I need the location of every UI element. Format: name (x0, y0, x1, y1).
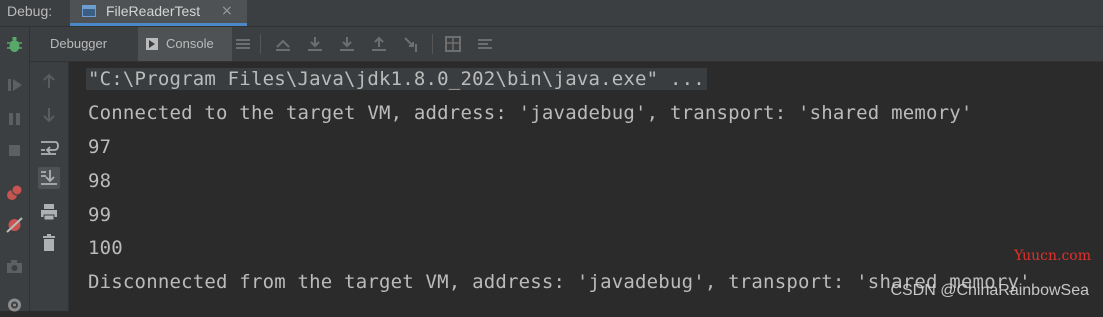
step-over-icon[interactable] (306, 35, 324, 53)
clear-all-trash-icon[interactable] (38, 232, 60, 254)
step-into-icon[interactable] (338, 35, 356, 53)
author-watermark: CSDN @ChinaRainbowSea (890, 282, 1089, 299)
console-icon (146, 38, 158, 50)
toolbar-separator (260, 34, 261, 54)
down-arrow-icon[interactable] (38, 104, 60, 126)
debug-actions-strip (0, 27, 30, 312)
trace-current-stream-icon[interactable] (476, 35, 494, 53)
print-icon[interactable] (38, 201, 60, 223)
debug-subtab-bar: Debugger Console (30, 27, 1103, 62)
site-watermark: Yuucn.com (1014, 248, 1091, 264)
run-window-icon (82, 5, 96, 17)
debug-bug-icon[interactable] (0, 33, 29, 57)
tab-console-label: Console (166, 36, 214, 51)
console-line: 99 (88, 204, 112, 226)
console-line: Disconnected from the target VM, address… (88, 271, 1031, 293)
camera-icon[interactable] (0, 255, 29, 279)
run-to-cursor-icon[interactable] (402, 35, 420, 53)
run-tab-label: FileReaderTest (106, 3, 201, 19)
evaluate-expression-icon[interactable] (444, 35, 462, 53)
debug-title: Debug: (7, 3, 53, 19)
up-arrow-icon[interactable] (38, 70, 60, 92)
show-execution-point-icon[interactable] (274, 35, 292, 53)
settings-gear-icon[interactable] (0, 293, 29, 317)
console-line: 98 (88, 170, 112, 192)
step-out-icon[interactable] (370, 35, 388, 53)
tab-console[interactable]: Console (138, 27, 232, 61)
layout-menu-icon[interactable] (234, 35, 252, 53)
run-config-tab-filereadertest[interactable]: FileReaderTest × (70, 0, 247, 26)
soft-wrap-icon[interactable] (38, 136, 60, 158)
scroll-to-end-icon[interactable] (38, 167, 60, 189)
close-icon[interactable]: × (221, 3, 233, 19)
toolbar-separator (432, 34, 433, 54)
console-line: 100 (88, 237, 123, 259)
debug-tool-window-header: Debug: FileReaderTest × (0, 0, 1103, 27)
console-line: Connected to the target VM, address: 'ja… (88, 102, 973, 124)
view-breakpoints-icon[interactable] (0, 181, 29, 205)
pause-icon[interactable] (0, 107, 29, 131)
console-output[interactable]: "C:\Program Files\Java\jdk1.8.0_202\bin\… (69, 62, 1103, 311)
tab-debugger[interactable]: Debugger (50, 27, 107, 61)
console-line-command[interactable]: "C:\Program Files\Java\jdk1.8.0_202\bin\… (86, 68, 707, 90)
console-line: 97 (88, 136, 112, 158)
resume-icon[interactable] (0, 73, 29, 97)
console-side-toolbar (30, 62, 69, 311)
stop-icon[interactable] (0, 139, 29, 163)
active-tab-underline (70, 23, 247, 26)
mute-breakpoints-icon[interactable] (0, 213, 29, 237)
